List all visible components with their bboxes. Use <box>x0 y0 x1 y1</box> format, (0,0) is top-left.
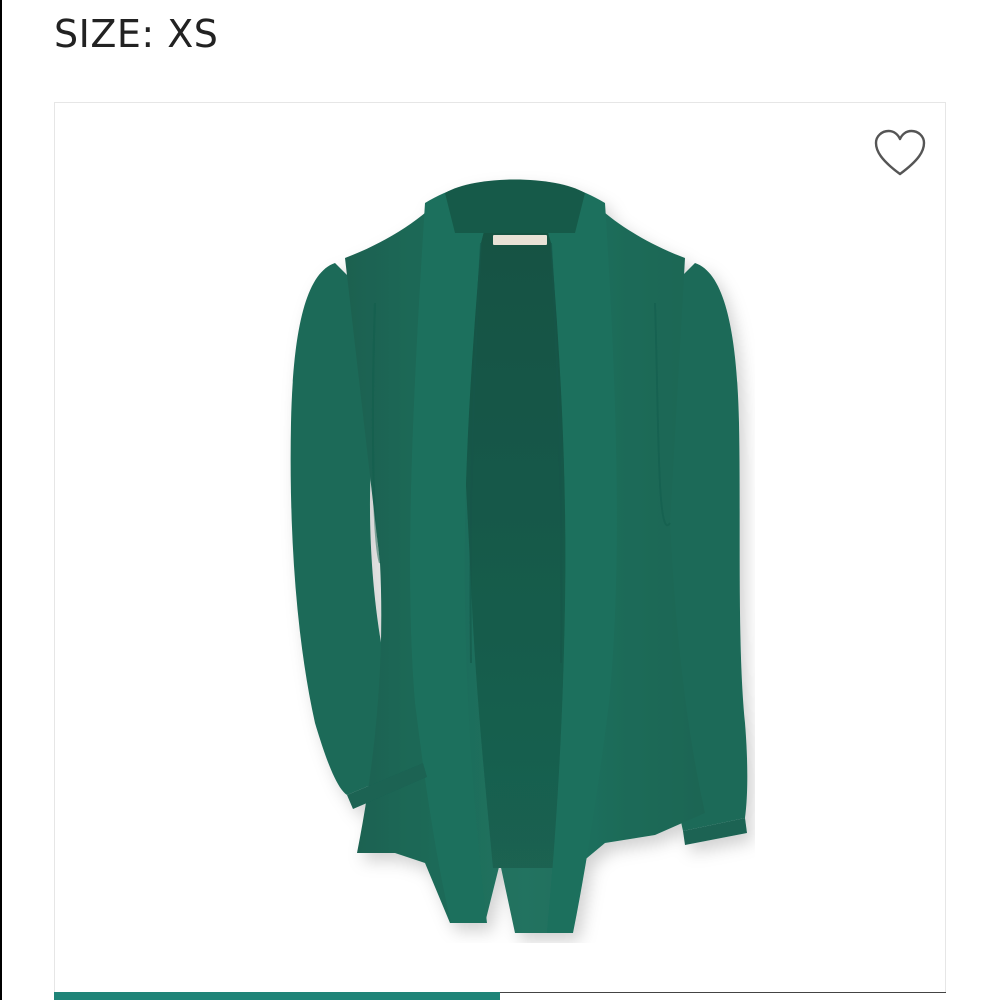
product-photo[interactable] <box>275 163 755 943</box>
left-edge-rule <box>0 0 2 1000</box>
heart-outline-icon <box>874 129 926 176</box>
image-gallery-progress <box>54 992 946 1000</box>
cardigan-image <box>290 179 748 933</box>
product-image-card[interactable] <box>54 102 946 1000</box>
size-label: SIZE: XS <box>54 12 219 56</box>
favorite-button[interactable] <box>873 129 927 179</box>
image-gallery-progress-fill <box>54 992 500 1000</box>
